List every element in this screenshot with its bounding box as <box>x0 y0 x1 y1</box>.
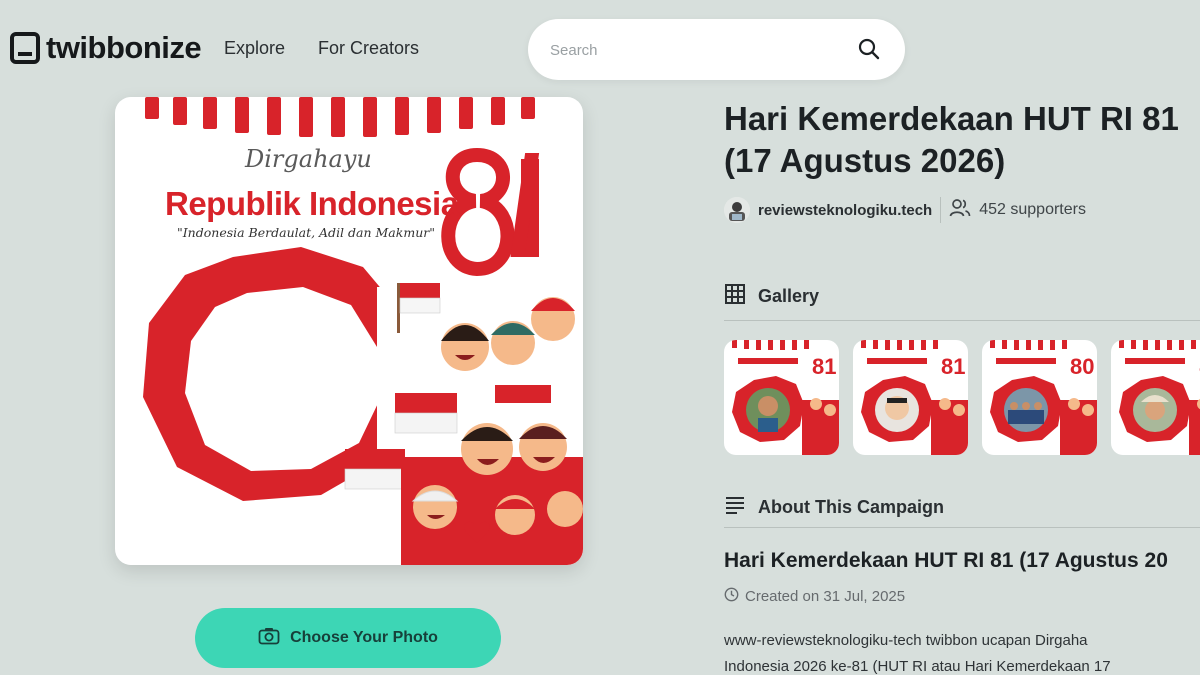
description-line: www-reviewsteknologiku-tech twibbon ucap… <box>724 632 1088 649</box>
gallery-heading: Gallery <box>724 283 819 310</box>
campaign-title-line1: Hari Kemerdekaan HUT RI 81 <box>724 100 1179 137</box>
created-date: Created on 31 Jul, 2025 <box>724 587 905 606</box>
created-date-text: Created on 31 Jul, 2025 <box>745 588 906 605</box>
logo-text: twibbonize <box>46 30 202 65</box>
gallery-thumbnail[interactable]: 80 <box>982 340 1097 455</box>
camera-icon <box>258 627 280 650</box>
campaign-title-line2: (17 Agustus 2026) <box>724 142 1006 179</box>
twibbon-motto: "Indonesia Berdaulat, Adil dan Makmur" <box>177 225 435 240</box>
number-81-graphic <box>441 147 540 277</box>
avatar[interactable] <box>724 197 750 223</box>
clock-icon <box>724 587 739 606</box>
search-icon[interactable] <box>857 37 881 66</box>
creator-name[interactable]: reviewsteknologiku.tech <box>758 202 932 219</box>
twibbonize-logo[interactable]: twibbonize <box>10 30 202 66</box>
text-lines-icon <box>724 495 746 520</box>
twibbon-headline: Republik Indonesia <box>165 185 459 222</box>
nav-explore[interactable]: Explore <box>224 38 285 59</box>
about-campaign-title: Hari Kemerdekaan HUT RI 81 (17 Agustus 2… <box>724 549 1168 572</box>
campaign-description: www-reviewsteknologiku-tech twibbon ucap… <box>724 628 1200 675</box>
divider <box>940 197 942 223</box>
grid-icon <box>724 283 746 310</box>
svg-text:81: 81 <box>812 354 836 379</box>
logo-mark-icon <box>10 32 40 64</box>
description-line: Indonesia 2026 ke-81 (HUT RI atau Hari K… <box>724 658 1111 675</box>
twibbon-greeting: Dirgahayu <box>245 145 372 173</box>
creator-info: reviewsteknologiku.tech 452 supporters <box>724 196 1086 224</box>
gallery-label: Gallery <box>758 286 820 306</box>
about-heading: About This Campaign <box>724 495 944 520</box>
nav-for-creators[interactable]: For Creators <box>318 38 419 59</box>
twibbon-preview[interactable]: Dirgahayu Republik Indonesia "Indonesia … <box>115 97 583 565</box>
search-input[interactable] <box>550 37 850 63</box>
gallery-thumbnail[interactable]: 81 <box>853 340 968 455</box>
divider <box>724 527 1200 528</box>
supporters-count: 452 supporters <box>979 201 1086 218</box>
gallery-thumbnails: 81 81 80 81 <box>724 340 1200 455</box>
users-icon <box>949 198 971 223</box>
svg-text:81: 81 <box>941 354 965 379</box>
search-bar <box>528 19 905 80</box>
campaign-title: Hari Kemerdekaan HUT RI 81 (17 Agustus 2… <box>724 98 1200 182</box>
svg-text:80: 80 <box>1070 354 1094 379</box>
divider <box>724 320 1200 321</box>
gallery-thumbnail[interactable]: 81 <box>724 340 839 455</box>
choose-photo-button[interactable]: Choose Your Photo <box>195 608 501 668</box>
about-label: About This Campaign <box>758 497 944 517</box>
gallery-thumbnail[interactable]: 81 <box>1111 340 1200 455</box>
choose-photo-label: Choose Your Photo <box>290 629 438 646</box>
top-bar: twibbonize Explore For Creators <box>0 0 1200 98</box>
